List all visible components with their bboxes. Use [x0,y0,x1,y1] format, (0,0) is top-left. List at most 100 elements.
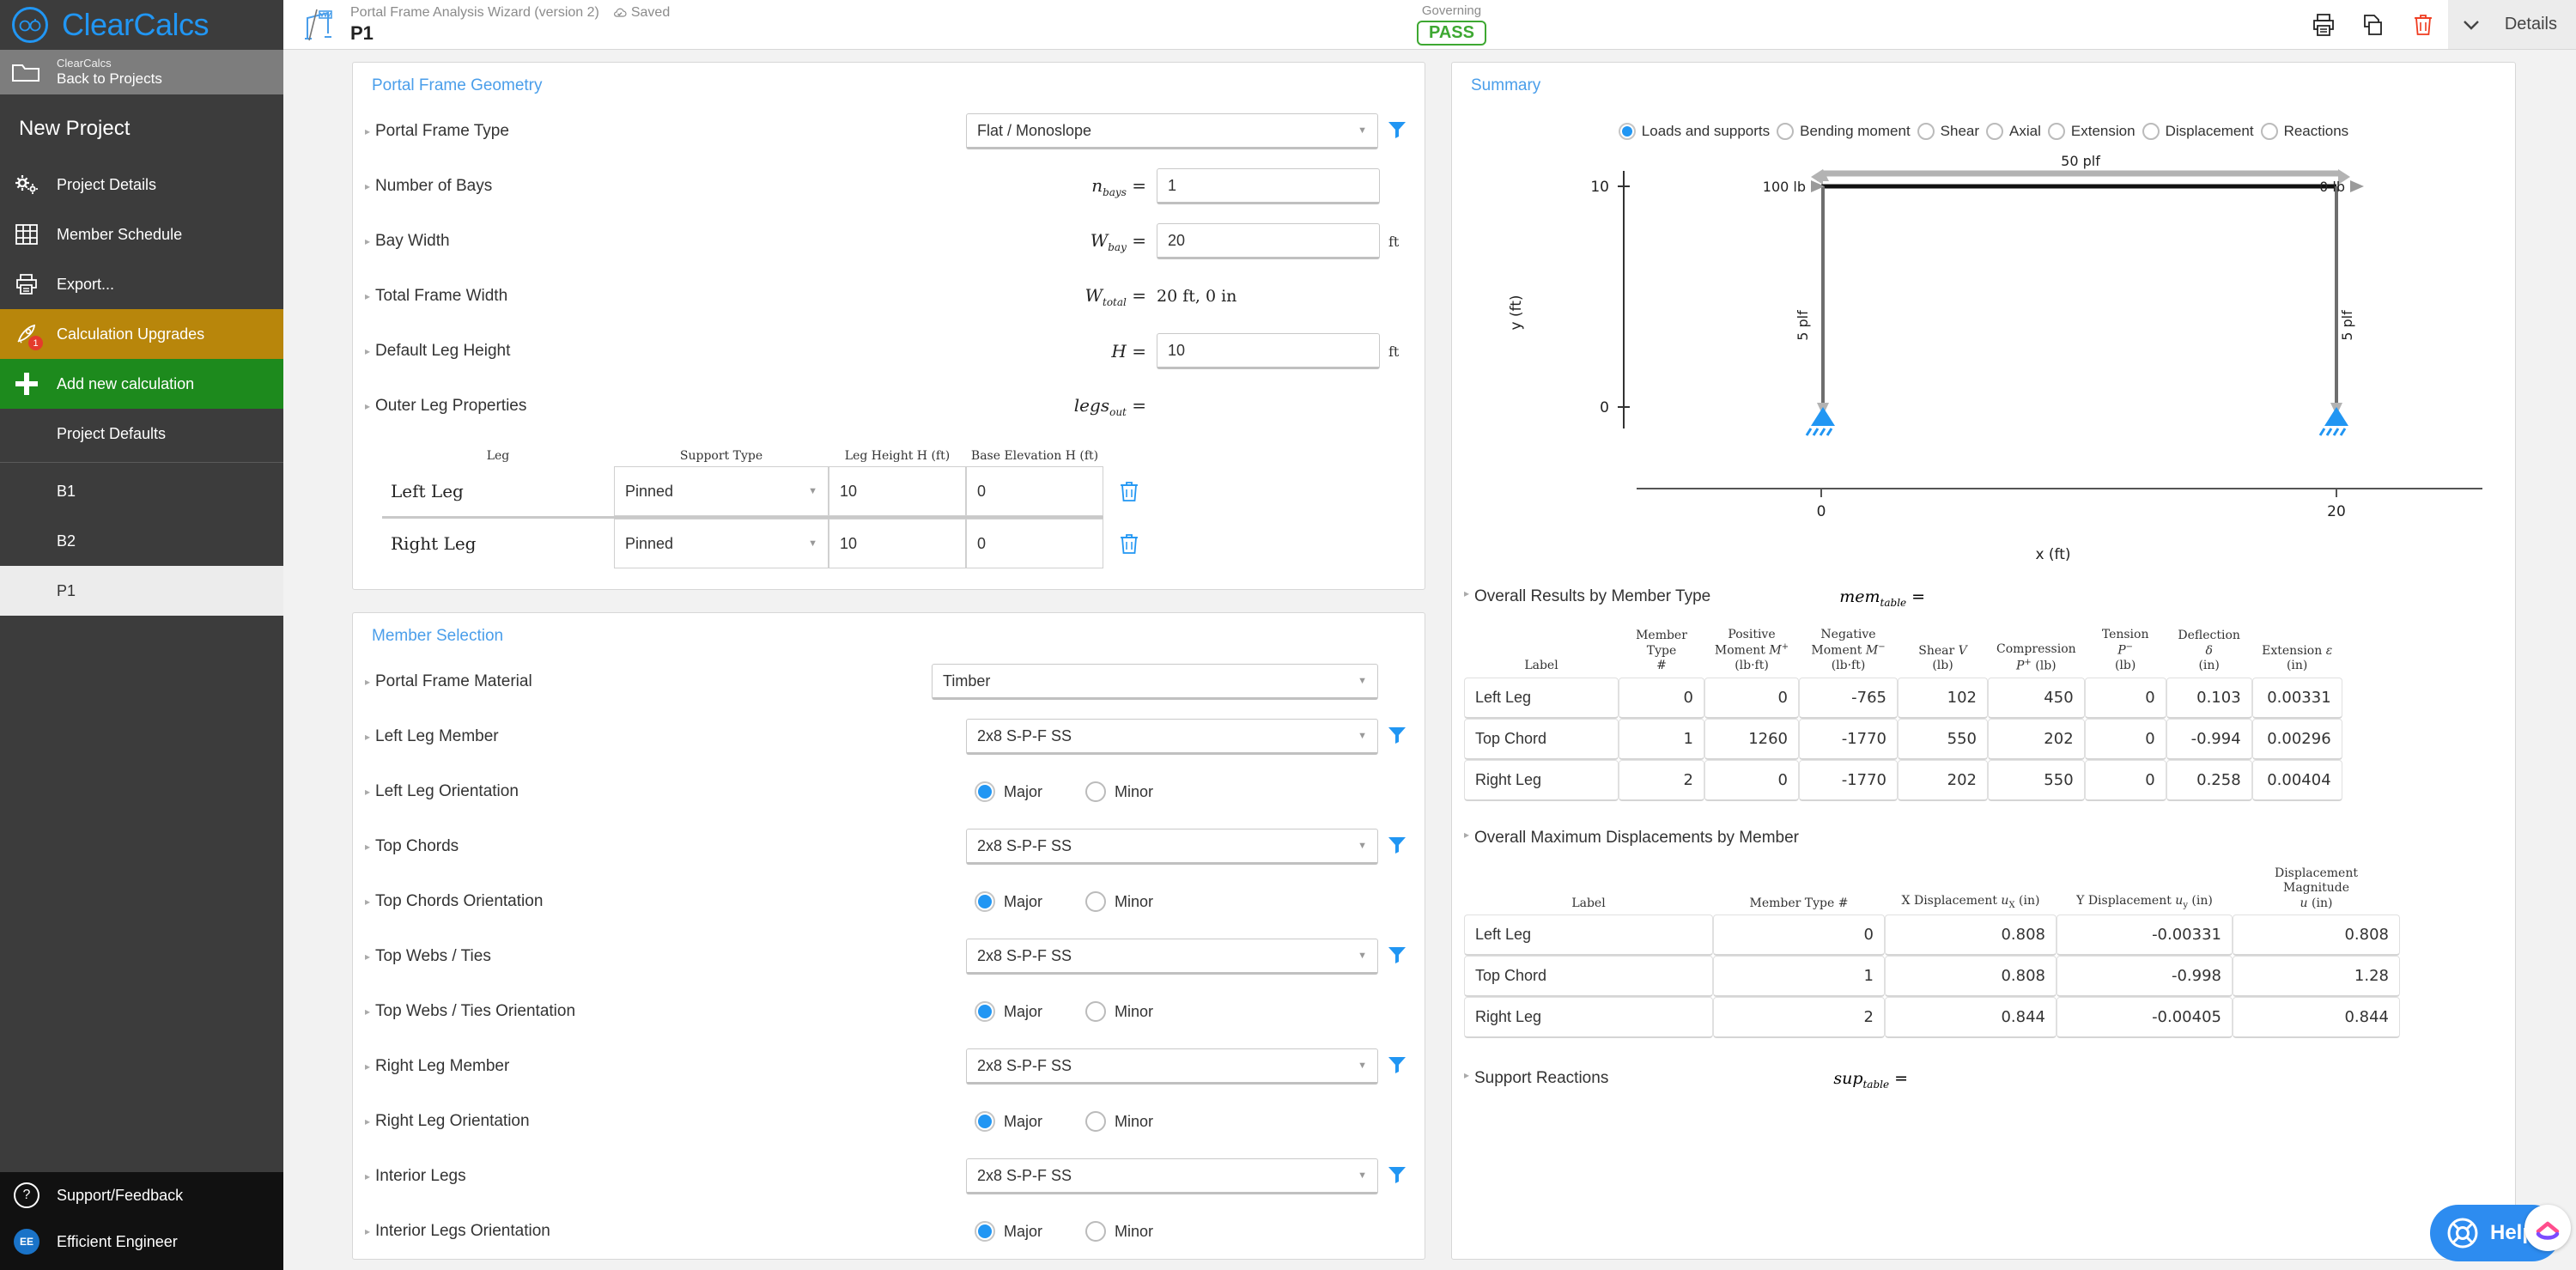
details-toggle[interactable]: Details [2447,0,2576,49]
sidebar-item-project-details[interactable]: Project Details [0,160,283,210]
radio-label: Major [1004,782,1043,800]
bay-width-input[interactable]: 20 [1157,223,1380,259]
expand-caret-icon[interactable]: ▸ [360,345,375,357]
field-label: Top Chords [375,837,459,855]
top-webs-ties-orientation-minor[interactable]: Minor [1085,1001,1153,1022]
cell-displacement-magnitude: 0.808 [2233,915,2400,957]
default-leg-height-input[interactable]: 10 [1157,333,1380,369]
expand-caret-icon[interactable]: ▸ [360,841,375,853]
filter-icon[interactable] [1387,725,1407,750]
expand-caret-icon[interactable]: ▸ [360,180,375,192]
top-chords-orientation-major[interactable]: Major [975,891,1042,912]
expand-caret-icon[interactable]: ▸ [360,400,375,412]
left-leg-height-input[interactable]: 10 [829,466,966,516]
view-option-displacement[interactable]: Displacement [2142,123,2254,140]
left-leg-member-select[interactable]: 2x8 S-P-F SS ▼ [966,719,1378,755]
expand-caret-icon[interactable]: ▸ [360,951,375,963]
right-leg-support-select[interactable]: Pinned ▼ [614,519,829,568]
copy-icon [2363,14,2382,35]
project-name: New Project [19,117,131,140]
interior-legs-orientation-major[interactable]: Major [975,1221,1042,1242]
portal-frame-material-select[interactable]: Timber ▼ [932,664,1378,700]
sidebar-item-member-schedule[interactable]: Member Schedule [0,210,283,259]
filter-icon[interactable] [1387,119,1407,144]
expand-caret-icon[interactable]: ▸ [360,896,375,908]
filter-icon[interactable] [1387,1054,1407,1079]
view-option-reactions[interactable]: Reactions [2260,123,2348,140]
results-displacements-header: ▸ Overall Maximum Displacements by Membe… [1452,820,2515,848]
chevron-down-icon: ▼ [1358,1060,1367,1071]
sidebar-item-project-defaults[interactable]: Project Defaults [0,409,283,459]
radio-dot-selected-icon [975,781,995,802]
delete-button[interactable] [2398,0,2448,49]
sidebar-item-b2[interactable]: B2 [0,516,283,566]
expand-caret-icon[interactable]: ▸ [360,1006,375,1018]
table-row: Top Chord 1 0.808 -0.998 1.28 [1464,956,2400,998]
top-chords-orientation-minor[interactable]: Minor [1085,891,1153,912]
left-leg-orientation-minor[interactable]: Minor [1085,781,1153,802]
left-leg-orientation-major[interactable]: Major [975,781,1042,802]
sidebar-bottom-label: Support/Feedback [57,1186,184,1204]
view-option-bending-moment[interactable]: Bending moment [1777,123,1911,140]
expand-caret-icon[interactable]: ▸ [360,731,375,743]
y-axis-label: y (ft) [1508,295,1525,330]
expand-caret-icon[interactable]: ▸ [360,235,375,247]
expand-caret-icon[interactable]: ▸ [1459,587,1474,599]
cell-y-displacement: -0.998 [2057,956,2233,998]
expand-caret-icon[interactable]: ▸ [360,1170,375,1182]
top-chords-select[interactable]: 2x8 S-P-F SS ▼ [966,829,1378,865]
top-webs-ties-select[interactable]: 2x8 S-P-F SS ▼ [966,939,1378,975]
right-leg-member-select[interactable]: 2x8 S-P-F SS ▼ [966,1048,1378,1085]
interior-legs-select[interactable]: 2x8 S-P-F SS ▼ [966,1158,1378,1194]
sidebar-item-support-feedback[interactable]: ? Support/Feedback [0,1172,283,1218]
expand-caret-icon[interactable]: ▸ [360,1115,375,1127]
chevron-down-icon: ▼ [1358,731,1367,741]
portal-frame-type-select[interactable]: Flat / Monoslope ▼ [966,113,1378,149]
right-leg-orientation-minor[interactable]: Minor [1085,1111,1153,1132]
sidebar-item-add-new-calculation[interactable]: Add new calculation [0,359,283,409]
sidebar-item-b1[interactable]: B1 [0,466,283,516]
expand-caret-icon[interactable]: ▸ [360,125,375,137]
expand-caret-icon[interactable]: ▸ [360,1060,375,1073]
expand-caret-icon[interactable]: ▸ [360,786,375,798]
expand-caret-icon[interactable]: ▸ [1459,829,1474,841]
field-label: Portal Frame Material [375,672,532,690]
cell-extension: 0.00331 [2251,677,2342,719]
trash-icon [2414,14,2432,35]
top-webs-ties-orientation-major[interactable]: Major [975,1001,1042,1022]
view-option-shear[interactable]: Shear [1917,123,1979,140]
left-leg-support-select[interactable]: Pinned ▼ [614,466,829,516]
delete-left-leg-button[interactable] [1103,480,1155,502]
delete-right-leg-button[interactable] [1103,532,1155,555]
interior-legs-orientation-minor[interactable]: Minor [1085,1221,1153,1242]
view-option-loads-and-supports[interactable]: Loads and supports [1618,123,1770,140]
right-leg-base-input[interactable]: 0 [966,519,1103,568]
left-leg-base-input[interactable]: 0 [966,466,1103,516]
expand-caret-icon[interactable]: ▸ [1459,1069,1474,1081]
filter-icon[interactable] [1387,945,1407,969]
sidebar-item-p1[interactable]: P1 [0,566,283,616]
udl-top-label: 50 plf [2061,153,2100,169]
sidebar-sub-label: B1 [57,482,76,500]
expand-caret-icon[interactable]: ▸ [360,290,375,302]
expand-caret-icon[interactable]: ▸ [360,1225,375,1237]
clickup-logo-icon[interactable] [2524,1205,2571,1251]
view-option-extension[interactable]: Extension [2047,123,2136,140]
sidebar-item-calculation-upgrades[interactable]: 1 Calculation Upgrades [0,309,283,359]
expand-caret-icon[interactable]: ▸ [360,676,375,688]
back-to-projects[interactable]: ClearCalcs Back to Projects [0,50,283,94]
select-value: Pinned [625,482,674,500]
point-load-right-label: 0 lb [2319,179,2345,195]
view-option-axial[interactable]: Axial [1986,123,2041,140]
sidebar-item-user-account[interactable]: EE Efficient Engineer [0,1218,283,1265]
sidebar-item-export[interactable]: Export... [0,259,283,309]
right-leg-height-input[interactable]: 10 [829,519,966,568]
cell-compression: 550 [1988,759,2085,801]
filter-icon[interactable] [1387,1164,1407,1189]
print-button[interactable] [2299,0,2348,49]
filter-icon[interactable] [1387,835,1407,860]
duplicate-button[interactable] [2348,0,2398,49]
brand-block[interactable]: ClearCalcs [0,0,283,50]
number-of-bays-input[interactable]: 1 [1157,168,1380,204]
right-leg-orientation-major[interactable]: Major [975,1111,1042,1132]
